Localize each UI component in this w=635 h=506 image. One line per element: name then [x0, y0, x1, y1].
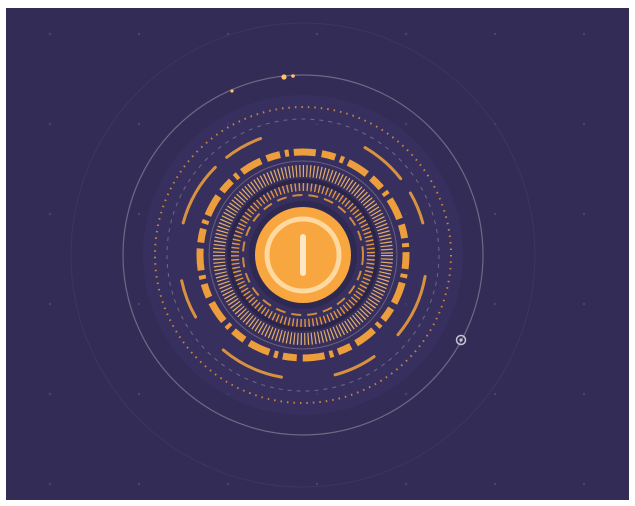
grid-dot: [137, 392, 141, 396]
grid-dot: [582, 32, 586, 36]
grid-dot: [48, 122, 52, 126]
grid-dot: [493, 302, 497, 306]
grid-dot: [493, 392, 497, 396]
grid-dot: [404, 32, 408, 36]
grid-dot: [48, 392, 52, 396]
grid-dot: [137, 482, 141, 486]
orbit-marker: [291, 74, 295, 78]
power-ring-illustration: [48, 22, 586, 488]
grid-dot: [582, 482, 586, 486]
grid-dot: [493, 212, 497, 216]
grid-dot: [137, 122, 141, 126]
grid-dot: [48, 32, 52, 36]
grid-dot: [315, 482, 319, 486]
power-button-icon[interactable]: [249, 201, 357, 309]
grid-dot: [48, 212, 52, 216]
grid-dot: [226, 482, 230, 486]
grid-dot: [48, 482, 52, 486]
orbit-marker: [281, 74, 287, 80]
grid-dot: [582, 392, 586, 396]
illustration-canvas: [6, 8, 629, 500]
grid-dot: [404, 482, 408, 486]
grid-dot: [404, 392, 408, 396]
grid-dot: [582, 212, 586, 216]
grid-dot: [315, 32, 319, 36]
grid-dot: [493, 482, 497, 486]
grid-dot: [137, 212, 141, 216]
orbit-handle-dot: [459, 338, 463, 342]
grid-dot: [404, 122, 408, 126]
grid-dot: [137, 32, 141, 36]
orbit-marker: [230, 89, 234, 93]
grid-dot: [582, 302, 586, 306]
grid-dot: [137, 302, 141, 306]
grid-dot: [493, 32, 497, 36]
grid-dot: [582, 122, 586, 126]
grid-dot: [48, 302, 52, 306]
